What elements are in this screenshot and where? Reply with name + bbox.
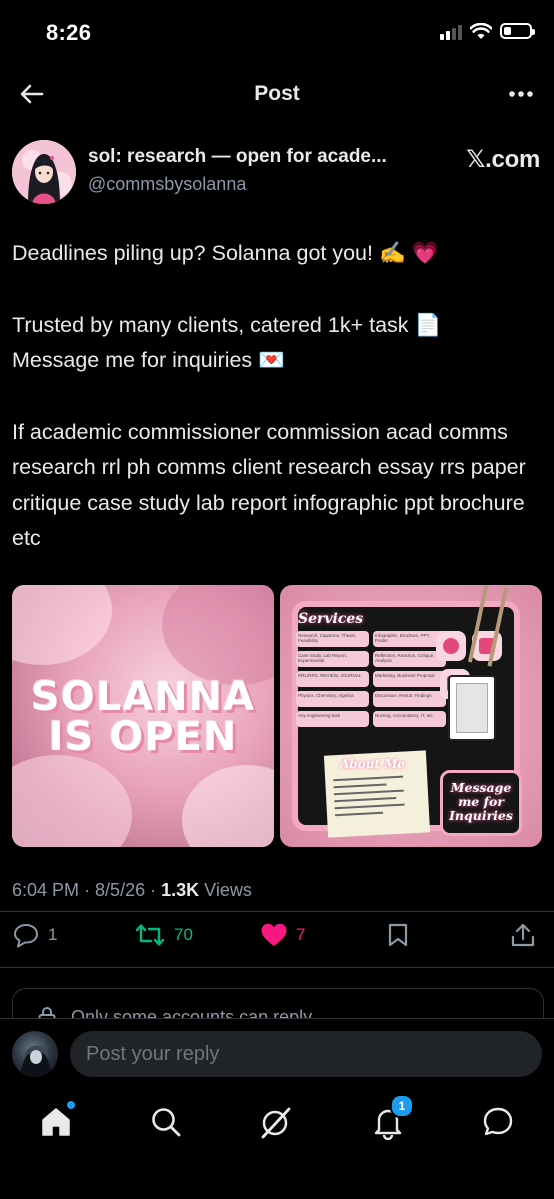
- battery-icon: [500, 23, 535, 39]
- status-time: 8:26: [46, 20, 92, 45]
- tab-messages[interactable]: [480, 1104, 516, 1140]
- post-time: 6:04 PM: [12, 880, 80, 900]
- message-line: Message: [450, 780, 512, 795]
- status-icons: [440, 22, 535, 40]
- services-row: RRL/RRS, REVIEW, JOURNAL Marketing, Busin…: [296, 671, 446, 687]
- bookmark-icon: [388, 923, 408, 947]
- search-icon: [152, 1108, 181, 1137]
- bookmark-button[interactable]: [386, 922, 410, 948]
- reply-button[interactable]: 1: [12, 922, 57, 948]
- author-handle[interactable]: @commsbysolanna: [88, 174, 246, 195]
- grok-icon: [261, 1107, 291, 1139]
- share-icon: [511, 923, 535, 947]
- media-image-solanna-is-open[interactable]: SOLANNA IS OPEN: [12, 585, 274, 847]
- my-avatar-illustration: [20, 1045, 52, 1077]
- post-actions: 1 70 7: [12, 922, 542, 958]
- author-display-name[interactable]: sol: research — open for acade...: [88, 146, 428, 168]
- views-label: Views: [204, 880, 252, 900]
- author-avatar[interactable]: [12, 140, 76, 204]
- views-count: 1.3K: [161, 880, 200, 900]
- like-button[interactable]: 7: [260, 922, 305, 948]
- reply-input[interactable]: [70, 1031, 542, 1077]
- post-author[interactable]: sol: research — open for acade... @comms…: [12, 140, 542, 206]
- services-item: Case Study, Lab Report, Experimental: [296, 651, 369, 667]
- share-button[interactable]: [510, 922, 536, 948]
- post-date: 8/5/26: [95, 880, 146, 900]
- media-image-services[interactable]: Services Research, Capstone, Thesis, Fea…: [280, 585, 542, 847]
- more-options-icon[interactable]: [506, 80, 536, 108]
- repost-count: 70: [174, 925, 193, 944]
- divider: [0, 967, 554, 968]
- tab-search[interactable]: [148, 1104, 184, 1140]
- message-line: me for: [458, 794, 504, 809]
- author-avatar-illustration: [12, 140, 76, 204]
- repost-button[interactable]: 70: [134, 922, 193, 948]
- notifications-badge: 1: [390, 1094, 414, 1118]
- tab-home[interactable]: [38, 1101, 75, 1140]
- services-item: Any engineering task: [296, 711, 369, 727]
- post-text-line: Deadlines piling up? Solanna got you! ✍️…: [12, 241, 439, 265]
- page-title: Post: [254, 82, 300, 105]
- message-me-box: Message me for Inquiries: [440, 770, 522, 836]
- like-count: 7: [296, 925, 306, 944]
- post-timestamp-views: 6:04 PM · 8/5/26 · 1.3K Views: [12, 880, 252, 900]
- tab-grok[interactable]: [258, 1104, 294, 1140]
- reply-composer: [0, 1018, 554, 1091]
- services-row: Case Study, Lab Report, Experimental Refl…: [296, 651, 446, 667]
- post-text-line: Message me for inquiries 💌: [12, 348, 285, 372]
- bottom-tab-bar: 1: [0, 1090, 554, 1199]
- status-bar: 8:26: [0, 0, 554, 66]
- about-me-title: About Me: [340, 757, 406, 771]
- services-item: Marketing, Business Proposal: [373, 671, 446, 687]
- post-body: Deadlines piling up? Solanna got you! ✍️…: [12, 236, 542, 557]
- repost-icon: [135, 924, 165, 946]
- services-item: Nursing, Accountancy, IT, etc.: [373, 711, 446, 727]
- services-item: Discussion, Result, Findings: [373, 691, 446, 707]
- services-row: Physics, Chemistry, Algebra Discussion, R…: [296, 691, 446, 707]
- home-icon: [42, 1108, 70, 1136]
- id-badge-icon: [448, 675, 496, 741]
- services-row: Research, Capstone, Thesis, Feasibility I…: [296, 631, 446, 647]
- services-item: Research, Capstone, Thesis, Feasibility: [296, 631, 369, 647]
- heart-icon: [261, 923, 287, 946]
- services-item: RRL/RRS, REVIEW, JOURNAL: [296, 671, 369, 687]
- post-header: Post: [0, 66, 554, 122]
- divider: [0, 911, 554, 912]
- reply-count: 1: [48, 925, 58, 944]
- reply-icon: [14, 924, 38, 948]
- post-text-paragraph: If academic commissioner commission acad…: [12, 419, 526, 551]
- services-list: Research, Capstone, Thesis, Feasibility I…: [296, 631, 446, 731]
- message-line: Inquiries: [449, 808, 513, 823]
- x-com-source-label: 𝕏.com: [466, 146, 540, 173]
- media-open-line: SOLANNA: [30, 674, 256, 720]
- home-unread-dot: [67, 1101, 75, 1109]
- services-title: Services: [298, 611, 364, 627]
- media-open-headline: SOLANNA IS OPEN: [12, 677, 274, 757]
- my-avatar[interactable]: [12, 1031, 58, 1077]
- post-text-line: Trusted by many clients, catered 1k+ tas…: [12, 312, 442, 337]
- services-row: Any engineering task Nursing, Accountancy…: [296, 711, 446, 727]
- services-item: Physics, Chemistry, Algebra: [296, 691, 369, 707]
- heart-app-icon: [436, 631, 466, 661]
- media-open-line: IS OPEN: [48, 714, 238, 760]
- wifi-icon: [470, 22, 492, 39]
- tab-notifications[interactable]: 1: [370, 1094, 414, 1141]
- cellular-signal-icon: [440, 22, 462, 40]
- post-media: SOLANNA IS OPEN Services Research, Capst…: [12, 585, 542, 847]
- messages-icon: [483, 1107, 513, 1136]
